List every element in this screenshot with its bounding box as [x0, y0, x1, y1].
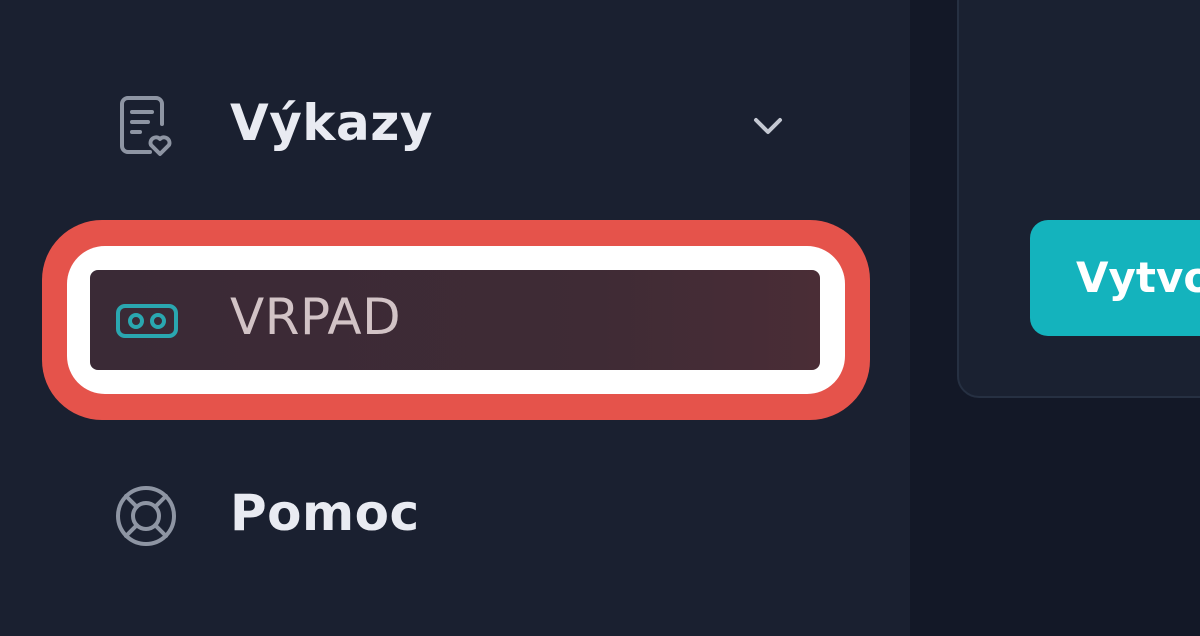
- sidebar-item-vrpad[interactable]: VRPAD: [90, 270, 820, 370]
- sidebar-item-vykazy[interactable]: Výkazy: [90, 76, 820, 176]
- lifebuoy-icon: [112, 482, 180, 550]
- content-card: [957, 0, 1200, 398]
- sidebar-item-label: VRPAD: [230, 288, 402, 346]
- vr-headset-icon: [112, 286, 180, 354]
- report-heart-icon: [112, 92, 180, 160]
- create-button[interactable]: Vytvo: [1030, 220, 1200, 336]
- sidebar-item-label: Výkazy: [230, 94, 433, 152]
- chevron-down-icon[interactable]: [750, 112, 786, 140]
- sidebar-item-pomoc[interactable]: Pomoc: [90, 466, 820, 566]
- sidebar-item-label: Pomoc: [230, 484, 420, 542]
- sidebar: Výkazy VRPAD Pomoc: [0, 0, 910, 636]
